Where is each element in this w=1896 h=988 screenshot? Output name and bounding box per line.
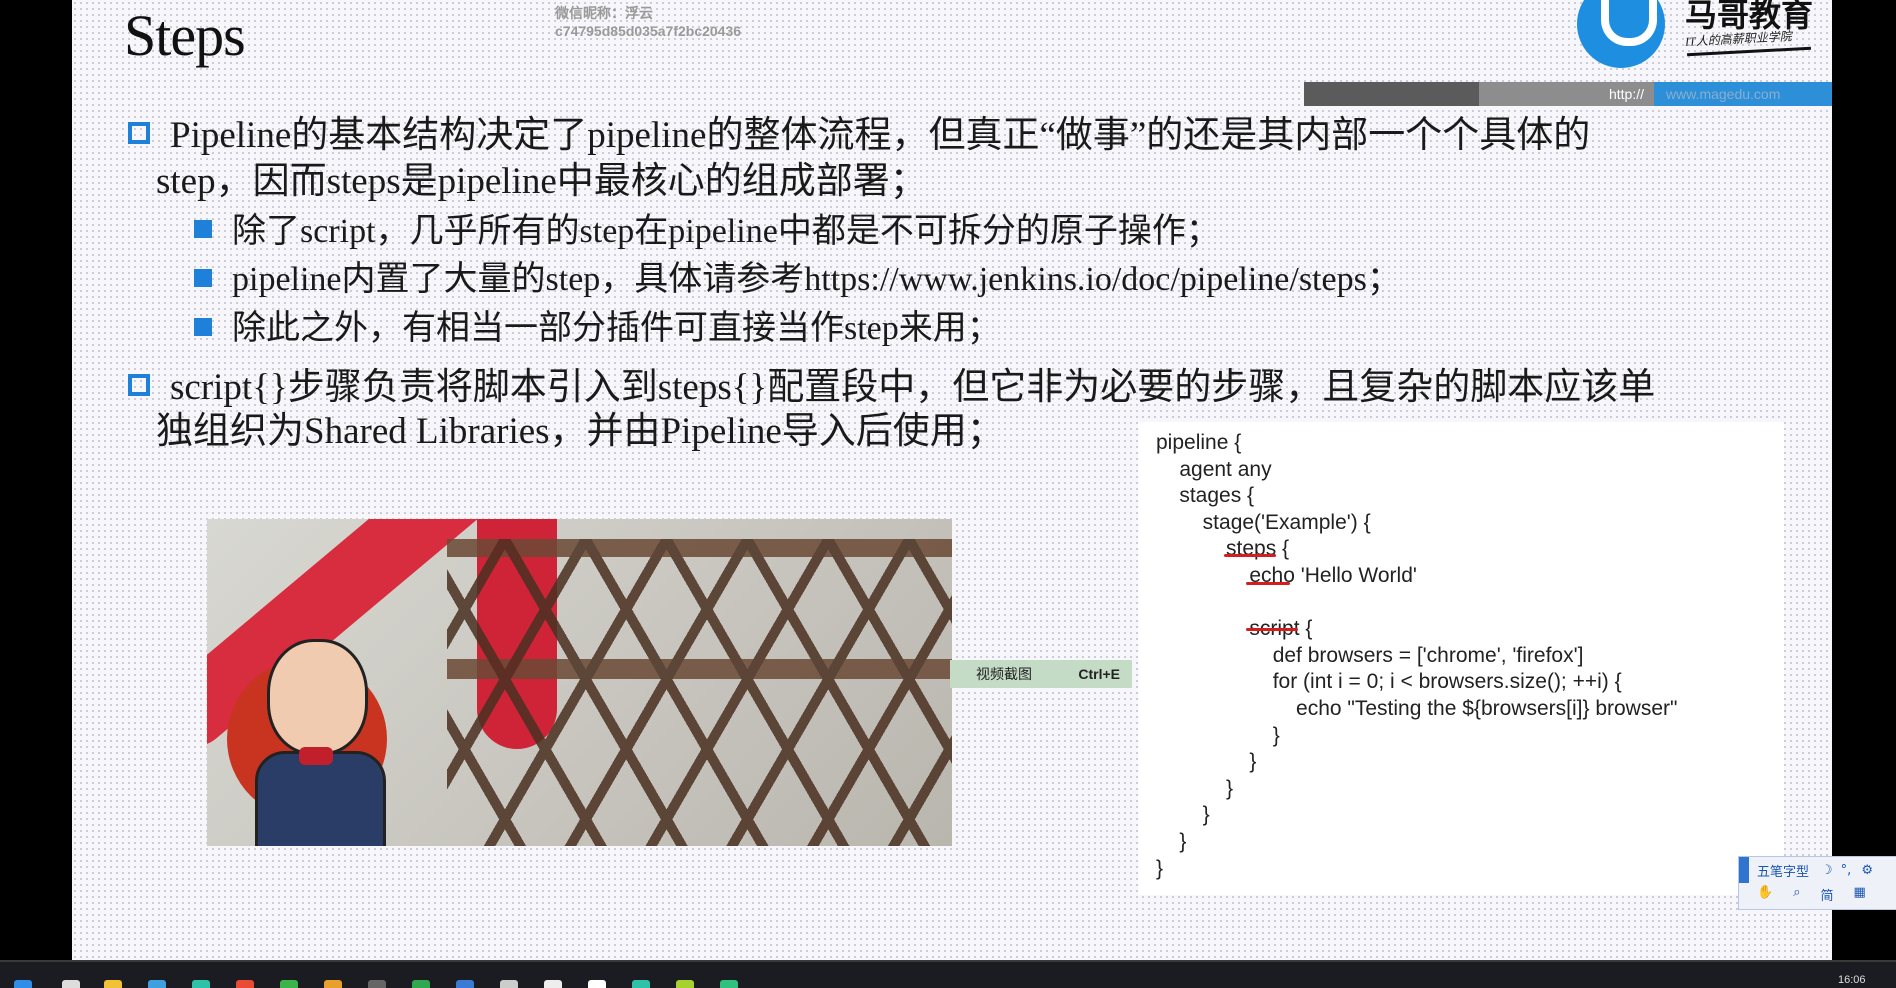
jenkins-butler-icon bbox=[227, 629, 397, 846]
annotation-underline bbox=[1224, 554, 1276, 557]
jenkins-head bbox=[267, 639, 368, 755]
taskbar-app-icon[interactable] bbox=[544, 980, 562, 988]
moon-icon[interactable]: ☽ bbox=[1821, 863, 1833, 878]
bullet-1-line-1: Pipeline的基本结构决定了pipeline的整体流程，但真正“做事”的还是… bbox=[170, 115, 1591, 156]
code-example: pipeline { agent any stages { stage('Exa… bbox=[1138, 422, 1784, 895]
url-bar: http:// www.magedu.com bbox=[1304, 82, 1832, 106]
bullet-2-line-2: 独组织为Shared Libraries，并由Pipeline导入后使用； bbox=[156, 411, 1004, 452]
taskbar-app-icon[interactable] bbox=[632, 980, 650, 988]
jenkins-body bbox=[255, 751, 386, 846]
code-line: } bbox=[1156, 776, 1234, 800]
bullet-square-icon bbox=[128, 122, 150, 144]
tooltip-shortcut: Ctrl+E bbox=[1078, 666, 1120, 682]
terminal-icon[interactable] bbox=[368, 980, 386, 988]
screenshot-tooltip[interactable]: 视频截图 Ctrl+E bbox=[950, 660, 1132, 688]
url-bar-url: www.magedu.com bbox=[1654, 82, 1832, 106]
slide: Steps 微信昵称：浮云 c74795d85d035a7f2bc20436 马… bbox=[72, 0, 1896, 962]
folder-icon[interactable] bbox=[104, 980, 122, 988]
taskbar-app-icon[interactable] bbox=[676, 980, 694, 988]
sub-bullet-2: pipeline内置了大量的step，具体请参考https://www.jenk… bbox=[232, 261, 1401, 298]
sub-bullet-3: 除此之外，有相当一部分插件可直接当作step来用； bbox=[232, 310, 1001, 347]
annotation-underline bbox=[1246, 582, 1290, 585]
jenkins-bowtie bbox=[299, 747, 333, 765]
taskbar-app-icon[interactable] bbox=[588, 980, 606, 988]
annotation-underline bbox=[1246, 628, 1298, 631]
watermark-nickname: 微信昵称：浮云 bbox=[555, 5, 653, 21]
bullet-1-line-2: step，因而steps是pipeline中最核心的组成部署； bbox=[156, 161, 927, 202]
taskbar-app-icon[interactable] bbox=[412, 980, 430, 988]
magedu-logo: 马哥教育 IT人的高薪职业学院 bbox=[1577, 0, 1822, 72]
ime-simplified[interactable]: 简 bbox=[1820, 885, 1833, 904]
code-line: for (int i = 0; i < browsers.size(); ++i… bbox=[1156, 670, 1622, 694]
logo-mark-icon bbox=[1577, 0, 1665, 68]
code-block: pipeline { agent any stages { stage('Exa… bbox=[1156, 430, 1677, 882]
jenkins-pipeline-photo bbox=[207, 519, 952, 846]
code-line: stages { bbox=[1156, 484, 1255, 508]
sub-bullet-square-icon bbox=[194, 269, 212, 287]
code-line: stage('Example') { bbox=[1156, 510, 1371, 534]
code-line: steps { bbox=[1156, 537, 1290, 561]
taskbar-app-icon[interactable] bbox=[456, 980, 474, 988]
code-line: script { bbox=[1156, 617, 1313, 641]
ime-drag-handle[interactable] bbox=[1739, 857, 1749, 883]
sub-bullet-square-icon bbox=[194, 318, 212, 336]
sub-bullet-1: 除了script，几乎所有的step在pipeline中都是不可拆分的原子操作； bbox=[232, 213, 1220, 250]
code-line: } bbox=[1156, 750, 1257, 774]
taskbar-app-icon[interactable] bbox=[62, 980, 80, 988]
url-bar-segment bbox=[1304, 82, 1479, 106]
wechat-icon[interactable] bbox=[280, 980, 298, 988]
taskbar-app-icon[interactable] bbox=[148, 980, 166, 988]
browser-icon[interactable] bbox=[192, 980, 210, 988]
clock[interactable]: 16:06 bbox=[1838, 974, 1866, 986]
grid-icon[interactable]: ▦ bbox=[1853, 885, 1865, 904]
search-icon[interactable]: ⌕ bbox=[1793, 885, 1800, 904]
bullet-2-line-1: script{}步骤负责将脚本引入到steps{}配置段中，但它非为必要的步骤，… bbox=[170, 367, 1656, 408]
ime-mode[interactable]: 五笔字型 bbox=[1757, 861, 1809, 880]
code-line: pipeline { bbox=[1156, 431, 1242, 454]
slide-title: Steps bbox=[124, 3, 246, 68]
tooltip-label: 视频截图 bbox=[976, 666, 1032, 682]
steel-frame-shape bbox=[447, 539, 952, 846]
watermark-id: c74795d85d035a7f2bc20436 bbox=[555, 23, 742, 39]
taskbar-app-icon[interactable] bbox=[324, 980, 342, 988]
gear-icon[interactable]: ⚙ bbox=[1861, 863, 1873, 878]
hand-icon[interactable]: ✋ bbox=[1757, 885, 1773, 904]
chrome-icon[interactable] bbox=[236, 980, 254, 988]
start-icon[interactable] bbox=[14, 980, 32, 988]
code-line: } bbox=[1156, 829, 1187, 853]
url-bar-prefix: http:// bbox=[1479, 82, 1654, 106]
code-line: } bbox=[1156, 723, 1280, 747]
bullet-square-icon bbox=[128, 374, 150, 396]
code-line: def browsers = ['chrome', 'firefox'] bbox=[1156, 643, 1584, 667]
watermark: 微信昵称：浮云 c74795d85d035a7f2bc20436 bbox=[555, 4, 741, 40]
code-line: } bbox=[1156, 856, 1164, 880]
taskbar-app-icon[interactable] bbox=[500, 980, 518, 988]
code-line: echo 'Hello World' bbox=[1156, 563, 1417, 587]
code-line: echo "Testing the ${browsers[i]} browser… bbox=[1156, 696, 1678, 720]
code-line: } bbox=[1156, 803, 1210, 827]
sub-bullet-square-icon bbox=[194, 220, 212, 238]
taskbar-app-icon[interactable] bbox=[720, 980, 738, 988]
code-line: agent any bbox=[1156, 457, 1272, 481]
punctuation-icon[interactable]: °, bbox=[1841, 863, 1852, 878]
ime-toolbar[interactable]: 五笔字型 ☽ °, ⚙ ✋ ⌕ 简 ▦ bbox=[1738, 856, 1896, 910]
